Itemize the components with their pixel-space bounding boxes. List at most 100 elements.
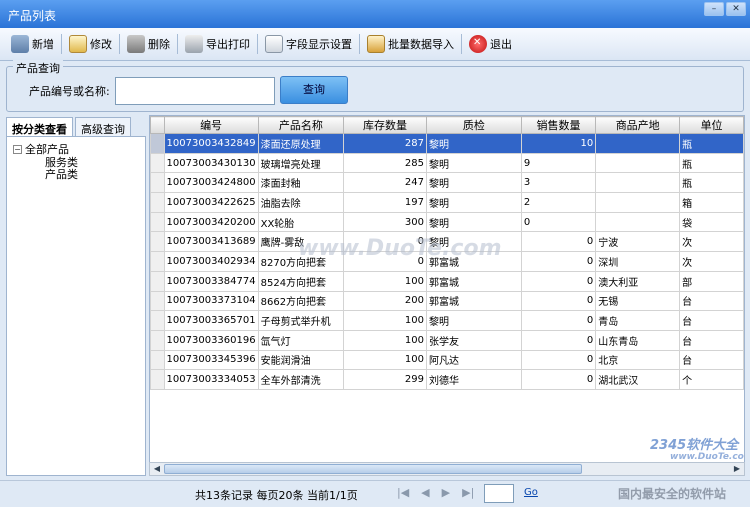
row-selector[interactable] <box>150 349 165 371</box>
table-row[interactable]: 10073003420200 XX轮胎 300 黎明 0 袋 <box>150 211 744 233</box>
cell-sales: 0 <box>520 290 597 312</box>
table-row[interactable]: 10073003422625 油脂去除 197 黎明 2 箱 <box>150 192 744 213</box>
cell-inspector: 阿凡达 <box>426 349 522 371</box>
cell-name: 子母剪式举升机 <box>257 310 345 331</box>
row-selector[interactable] <box>150 172 165 194</box>
cell-unit: 袋 <box>679 211 744 233</box>
cell-code: 10073003424800 <box>163 172 259 194</box>
cell-sales: 0 <box>520 369 597 390</box>
cell-origin: 宁波 <box>595 231 681 253</box>
watermark-brand: 2345软件大全 <box>650 438 739 453</box>
product-search-input[interactable] <box>115 77 275 105</box>
cell-origin: 澳大利亚 <box>595 270 681 292</box>
field-settings-button[interactable]: 字段显示设置 <box>260 32 357 56</box>
edit-button[interactable]: 修改 <box>64 32 117 56</box>
row-selector[interactable] <box>150 211 165 233</box>
table-row[interactable]: 10073003432849 漆面还原处理 287 黎明 10 瓶 <box>150 133 744 154</box>
cell-stock: 300 <box>343 211 428 233</box>
horizontal-scrollbar[interactable]: ◀ ▶ <box>149 462 745 476</box>
row-selector[interactable] <box>150 290 165 312</box>
import-button[interactable]: 批量数据导入 <box>362 32 459 56</box>
column-header[interactable]: 产品名称 <box>257 116 345 134</box>
tree-node-products[interactable]: 产品类 <box>45 169 139 181</box>
cell-sales: 0 <box>520 349 597 371</box>
cell-sales: 9 <box>520 152 597 174</box>
table-row[interactable]: 10073003384774 8524方向把套 100 郭富城 0 澳大利亚部 <box>150 270 744 292</box>
pager-navigation: |◀ ◀ ▶ ▶| <box>397 486 474 499</box>
column-header[interactable]: 销售数量 <box>520 116 597 134</box>
row-selector[interactable] <box>150 251 165 272</box>
close-icon[interactable]: ✕ <box>726 2 746 16</box>
table-row[interactable]: 10073003430130 玻璃增亮处理 285 黎明 9 瓶 <box>150 152 744 174</box>
cell-unit: 箱 <box>679 192 744 213</box>
cell-name: XX轮胎 <box>257 211 345 233</box>
cell-name: 氙气灯 <box>257 329 345 351</box>
watermark-brand-url: www.DuoTe.com <box>670 452 745 462</box>
cell-inspector: 黎明 <box>426 152 522 174</box>
scroll-left-icon[interactable]: ◀ <box>151 463 163 475</box>
tab-advanced-query[interactable]: 高级查询 <box>75 117 131 136</box>
cell-sales: 10 <box>520 133 597 154</box>
cell-sales: 0 <box>520 251 597 272</box>
pager-bar: 共13条记录 每页20条 当前1/1页 |◀ ◀ ▶ ▶| Go 国内最安全的软… <box>0 480 750 507</box>
pager-summary: 共13条记录 每页20条 当前1/1页 <box>195 489 358 502</box>
row-selector[interactable] <box>150 369 165 390</box>
cell-sales: 0 <box>520 211 597 233</box>
cell-name: 漆面封釉 <box>257 172 345 194</box>
column-header[interactable]: 编号 <box>163 116 259 134</box>
watermark-slogan: 国内最安全的软件站 <box>618 487 727 501</box>
cell-code: 10073003384774 <box>163 270 259 292</box>
row-selector[interactable] <box>150 192 165 213</box>
category-tree: − 全部产品 服务类 产品类 <box>6 136 146 476</box>
table-row[interactable]: 10073003424800 漆面封釉 247 黎明 3 瓶 <box>150 172 744 194</box>
cell-code: 10073003420200 <box>163 211 259 233</box>
row-selector[interactable] <box>150 152 165 174</box>
delete-button[interactable]: 删除 <box>122 32 175 56</box>
go-link[interactable]: Go <box>524 487 538 498</box>
last-page-icon[interactable]: ▶| <box>462 486 474 499</box>
print-button-label: 导出打印 <box>206 38 250 51</box>
print-icon <box>185 35 203 53</box>
scrollbar-thumb[interactable] <box>164 464 582 474</box>
collapse-icon[interactable]: − <box>13 144 22 154</box>
cell-stock: 197 <box>343 192 428 213</box>
exit-button[interactable]: 退出 <box>464 32 517 56</box>
row-selector-header <box>150 116 165 134</box>
next-page-icon[interactable]: ▶ <box>442 486 450 499</box>
product-grid: 编号 产品名称 库存数量 质检 销售数量 商品产地 单位 10073003432… <box>149 115 745 476</box>
cell-unit: 台 <box>679 290 744 312</box>
exit-icon <box>469 35 487 53</box>
watermark-text: www.DuoTe.com <box>298 236 502 261</box>
page-number-input[interactable] <box>484 484 514 503</box>
column-header[interactable]: 质检 <box>426 116 522 134</box>
tab-by-category[interactable]: 按分类查看 <box>6 117 73 136</box>
cell-code: 10073003365701 <box>163 310 259 331</box>
prev-page-icon[interactable]: ◀ <box>421 486 429 499</box>
row-selector[interactable] <box>150 231 165 253</box>
table-row[interactable]: 10073003360196 氙气灯 100 张学友 0 山东青岛台 <box>150 329 744 351</box>
tree-node-all-products[interactable]: − 全部产品 <box>13 141 139 157</box>
table-row[interactable]: 10073003345396 安能润滑油 100 阿凡达 0 北京台 <box>150 349 744 371</box>
cell-stock: 285 <box>343 152 428 174</box>
row-selector[interactable] <box>150 329 165 351</box>
cell-code: 10073003422625 <box>163 192 259 213</box>
row-selector[interactable] <box>150 310 165 331</box>
cell-code: 10073003345396 <box>163 349 259 371</box>
field-settings-icon <box>265 35 283 53</box>
print-button[interactable]: 导出打印 <box>180 32 255 56</box>
query-button[interactable]: 查询 <box>280 76 348 104</box>
cell-name: 玻璃增亮处理 <box>257 152 345 174</box>
minimize-icon[interactable]: – <box>704 2 724 16</box>
column-header[interactable]: 单位 <box>679 116 744 134</box>
row-selector[interactable] <box>150 133 165 154</box>
scroll-right-icon[interactable]: ▶ <box>731 463 743 475</box>
query-label: 产品编号或名称: <box>29 85 110 98</box>
table-row[interactable]: 10073003334053 全车外部清洗 299 刘德华 0 湖北武汉个 <box>150 369 744 390</box>
column-header[interactable]: 库存数量 <box>343 116 428 134</box>
table-row[interactable]: 10073003373104 8662方向把套 200 郭富城 0 无锡台 <box>150 290 744 312</box>
first-page-icon[interactable]: |◀ <box>397 486 409 499</box>
add-button[interactable]: 新增 <box>6 32 59 56</box>
row-selector[interactable] <box>150 270 165 292</box>
table-row[interactable]: 10073003365701 子母剪式举升机 100 黎明 0 青岛台 <box>150 310 744 331</box>
column-header[interactable]: 商品产地 <box>595 116 681 134</box>
